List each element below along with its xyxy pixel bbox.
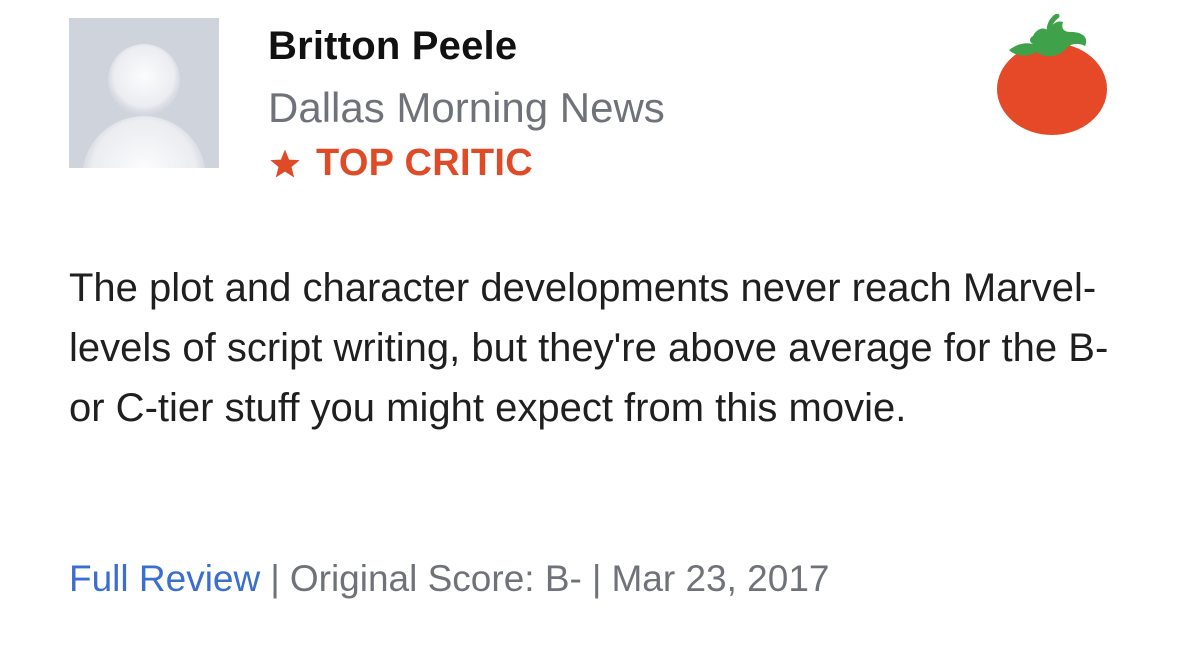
fresh-tomato-icon <box>997 14 1107 135</box>
top-critic-label: TOP CRITIC <box>316 142 533 184</box>
top-critic-badge: TOP CRITIC <box>268 142 533 185</box>
full-review-link[interactable]: Full Review <box>69 558 260 599</box>
star-icon <box>270 149 300 177</box>
review-text: The plot and character developments neve… <box>69 266 1109 430</box>
footer-separator: | <box>270 558 280 599</box>
footer-separator: | <box>591 558 602 599</box>
review-footer: Full Review | Original Score: B- | Mar 23, 2… <box>69 558 830 600</box>
critic-publication[interactable]: Dallas Morning News <box>268 84 665 132</box>
default-avatar-icon[interactable] <box>69 18 219 168</box>
critic-name[interactable]: Britton Peele <box>268 24 517 69</box>
critic-review-card: Britton Peele Dallas Morning News TOP CR… <box>0 0 1179 645</box>
review-date: Mar 23, 2017 <box>611 558 830 599</box>
original-score: Original Score: B- <box>289 558 582 599</box>
